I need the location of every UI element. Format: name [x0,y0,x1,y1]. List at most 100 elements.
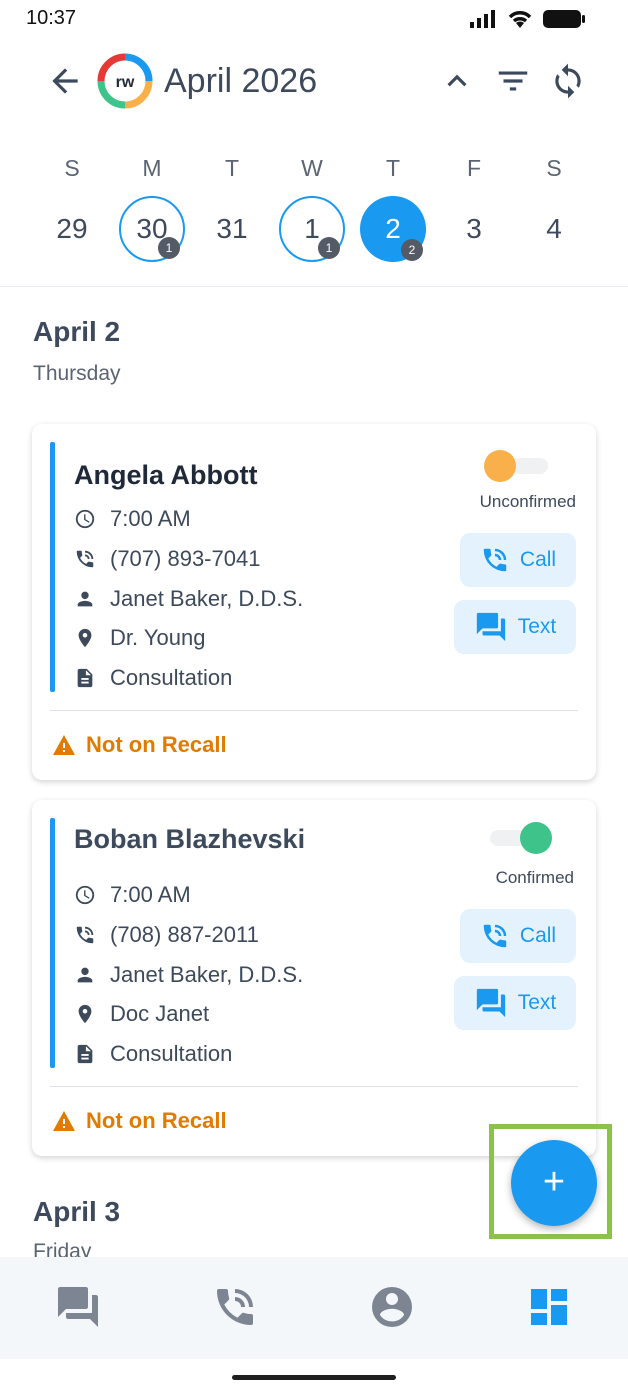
call-button[interactable]: Call [460,909,576,963]
appointment-card[interactable]: Boban Blazhevski 7:00 AM (708) 887-2011 … [32,800,596,1156]
account-circle-icon [372,1287,412,1327]
day-letter: S [546,155,562,181]
plus-icon: + [542,1161,566,1203]
provider-name: Janet Baker, D.D.S. [110,586,304,611]
text-label: Text [517,615,557,638]
home-indicator [232,1375,396,1380]
text-button[interactable]: Text [454,976,576,1030]
location-pin-icon [78,628,92,648]
status-icons [470,8,586,30]
sync-button[interactable] [549,62,587,100]
time-row: 7:00 AM [74,880,191,910]
patient-name: Boban Blazhevski [74,824,306,854]
day-number[interactable]: 30 1 [119,196,185,262]
appointment-card[interactable]: Angela Abbott 7:00 AM (707) 893-7041 Jan… [32,424,596,780]
day-number[interactable]: 11 [279,196,345,262]
confirmation-toggle[interactable] [484,822,552,854]
phone-call-icon [217,1289,253,1325]
appointment-count-badge: 2 [401,239,423,261]
location-pin-icon [78,1004,92,1024]
person-icon [77,591,93,607]
day-number[interactable]: 4 [521,196,587,262]
time-row: 7:00 AM [74,504,191,534]
location-row: Dr. Young [74,623,205,653]
day-letter: S [64,155,80,181]
day-number[interactable]: 3 [441,196,507,262]
signal-icon [470,10,495,28]
day-saturday[interactable]: S 4 [514,148,594,262]
nav-calls[interactable] [211,1283,259,1331]
call-button[interactable]: Call [460,533,576,587]
warning-icon [53,1111,75,1131]
day-tuesday[interactable]: T 31 [192,148,272,262]
appointment-time: 7:00 AM [110,506,191,531]
card-divider [50,710,578,711]
battery-icon [543,10,585,28]
phone-call-icon [483,924,507,948]
dashboard-icon [531,1289,567,1325]
status-bar: 10:37 [0,0,628,38]
appointment-count-badge: 1 [318,237,340,259]
call-label: Call [519,924,557,947]
patient-name: Angela Abbott [74,460,258,490]
provider-row: Janet Baker, D.D.S. [74,960,303,990]
day-number-text: 29 [56,213,88,244]
day-number-text: 4 [546,213,562,244]
clock-icon [75,509,95,529]
day-letter: M [142,155,162,181]
location-name: Dr. Young [110,625,206,650]
card-divider [50,1086,578,1087]
confirmation-status: Confirmed [495,868,574,887]
back-button[interactable] [46,62,84,100]
phone-call-icon [76,926,94,944]
day-monday[interactable]: M 30 1 [112,148,192,262]
text-label: Text [517,991,557,1014]
day-letter: T [385,155,401,181]
nav-profile[interactable] [368,1283,416,1331]
nav-dashboard[interactable] [525,1283,573,1331]
day-number-selected[interactable]: 22 [360,196,426,262]
provider-row: Janet Baker, D.D.S. [74,584,303,614]
toggle-knob [484,450,516,482]
day-number[interactable]: 29 [39,196,105,262]
appointment-time: 7:00 AM [110,882,191,907]
text-button[interactable]: Text [454,600,576,654]
day-wednesday[interactable]: W 11 [272,148,352,262]
day-number-text: 2 [385,213,401,244]
collapse-button[interactable] [438,62,476,100]
chat-icon [476,612,505,642]
status-time: 10:37 [26,7,77,29]
day-letter: W [301,155,323,181]
confirmation-status: Unconfirmed [479,492,576,511]
phone-row[interactable]: (708) 887-2011 [74,920,259,950]
chevron-up-icon [447,74,467,87]
phone-row[interactable]: (707) 893-7041 [74,544,260,574]
confirmation-toggle[interactable] [484,450,552,482]
logo-text: rw [116,74,135,91]
day-thursday[interactable]: T 22 [353,148,433,262]
day-number[interactable]: 31 [199,196,265,262]
recall-text: Not on Recall [86,732,227,757]
call-label: Call [519,548,557,571]
document-icon [77,668,93,688]
provider-name: Janet Baker, D.D.S. [110,962,304,987]
divider [0,286,628,287]
clock-icon [75,885,95,905]
recall-status: Not on Recall [52,1108,227,1134]
day-letter: F [466,155,482,181]
document-icon [77,1044,93,1064]
location-name: Doc Janet [110,1001,210,1026]
add-appointment-button[interactable]: + [511,1140,597,1226]
day-sunday[interactable]: S 29 [32,148,112,262]
app-logo: rw [96,52,154,110]
type-row: Consultation [74,663,232,693]
day-number-text: 1 [304,213,320,244]
day-friday[interactable]: F 3 [434,148,514,262]
filter-button[interactable] [494,62,532,100]
section-date: April 2 [33,316,121,347]
nav-messages[interactable] [54,1283,102,1331]
toggle-knob [520,822,552,854]
location-row: Doc Janet [74,999,209,1029]
person-icon [77,967,93,983]
month-title[interactable]: April 2026 [164,62,317,101]
